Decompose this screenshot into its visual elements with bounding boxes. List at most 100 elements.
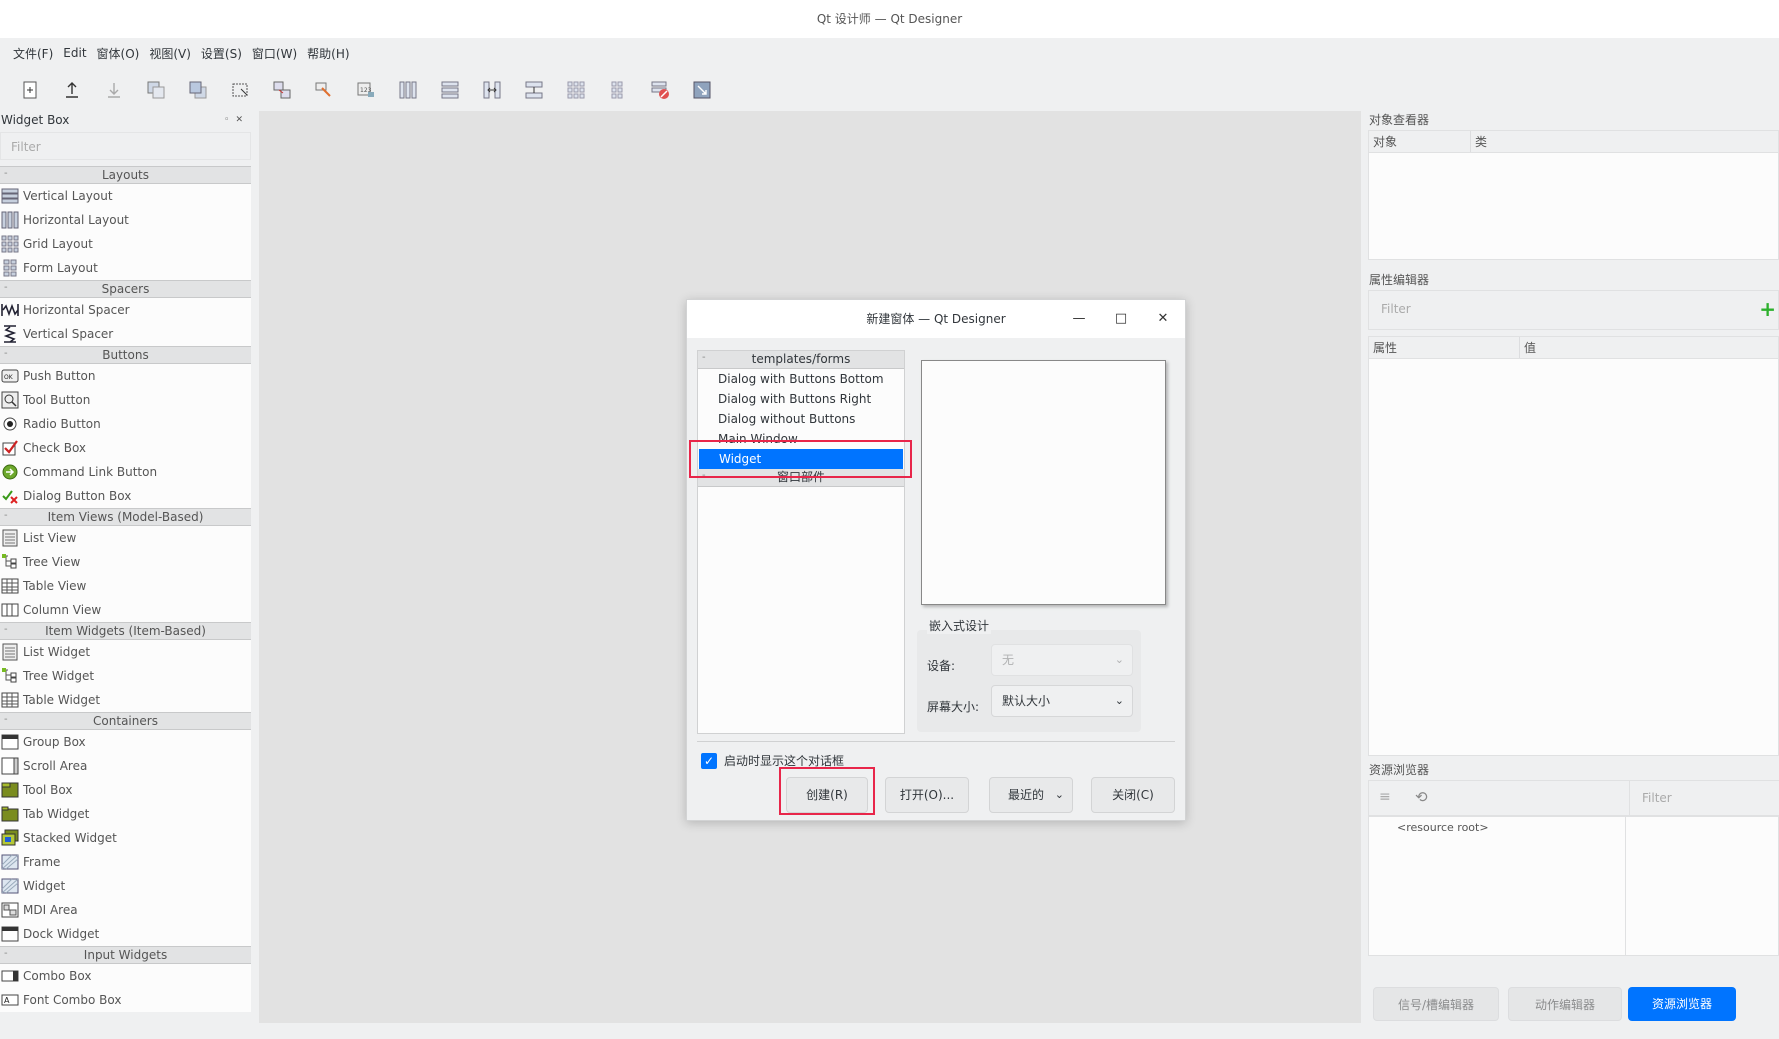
property-filter-input[interactable]: Filter [1381,302,1411,316]
widget-item-label: Dock Widget [23,927,100,941]
layout-grid-button[interactable] [558,75,594,105]
menu-form[interactable]: 窗体(O) [96,43,141,64]
edit-widgets-button[interactable] [222,75,258,105]
close-button[interactable]: 关闭(C) [1091,777,1175,813]
close-icon[interactable]: ✕ [1151,300,1175,338]
widget-category-header[interactable]: Item Widgets (Item-Based) [0,621,251,640]
menu-lines-icon[interactable]: ≡ [1379,789,1391,805]
table-widget-icon [0,690,20,710]
menu-window[interactable]: 窗口(W) [251,43,298,64]
widget-item[interactable]: Grid Layout [0,232,251,256]
templates-forms-header[interactable]: templates/forms [698,349,904,369]
widget-item[interactable]: A Font Combo Box [0,988,251,1012]
widget-item[interactable]: Tab Widget [0,802,251,826]
widget-item[interactable]: Table Widget [0,688,251,712]
menu-view[interactable]: 视图(V) [148,43,192,64]
menu-edit[interactable]: Edit [62,44,87,62]
template-item[interactable]: Dialog with Buttons Bottom [698,369,904,389]
widget-category-header[interactable]: Item Views (Model-Based) [0,507,251,526]
tab-resource-browser[interactable]: 资源浏览器 [1628,987,1736,1021]
menu-file[interactable]: 文件(F) [12,43,54,64]
widget-item[interactable]: Tree View [0,550,251,574]
widget-category-header[interactable]: Spacers [0,279,251,298]
menu-settings[interactable]: 设置(S) [200,43,243,64]
checkmark-icon[interactable]: ✓ [701,752,717,769]
layout-horizontal-button[interactable] [390,75,426,105]
widget-item[interactable]: Combo Box [0,964,251,988]
edit-signals-button[interactable] [264,75,300,105]
widget-item[interactable]: Column View [0,598,251,622]
col-object[interactable]: 对象 [1369,131,1471,152]
menu-help[interactable]: 帮助(H) [306,43,350,64]
widget-item[interactable]: Frame [0,850,251,874]
widget-item[interactable]: Dock Widget [0,922,251,946]
widget-item[interactable]: Vertical Layout [0,184,251,208]
send-to-back-button[interactable] [138,75,174,105]
new-file-button[interactable] [12,75,48,105]
reload-icon[interactable]: ⟲ [1415,788,1428,806]
edit-tab-order-button[interactable]: 123 [348,75,384,105]
widget-item[interactable]: Horizontal Spacer [0,298,251,322]
layout-vertical-button[interactable] [432,75,468,105]
widget-item[interactable]: Check Box [0,436,251,460]
break-layout-icon [651,81,669,99]
embedded-design-title: 嵌入式设计 [927,617,992,634]
widget-item[interactable]: Tool Box [0,778,251,802]
template-item[interactable]: Dialog with Buttons Right [698,389,904,409]
recent-button[interactable]: 最近的 ⌄ [989,777,1073,813]
widget-item[interactable]: MDI Area [0,898,251,922]
dock-widget-icon [0,924,20,944]
tab-signal-slot-editor[interactable]: 信号/槽编辑器 [1373,987,1499,1021]
widget-item[interactable]: Stacked Widget [0,826,251,850]
widget-filter-input[interactable]: Filter [0,132,251,160]
open-button[interactable] [54,75,90,105]
property-editor-panel: 属性 值 [1368,336,1779,756]
widget-item[interactable]: Group Box [0,730,251,754]
widget-category-header[interactable]: Input Widgets [0,945,251,964]
widget-item[interactable]: Form Layout [0,256,251,280]
dock-controls[interactable]: ◦✕ [224,110,249,130]
layout-h-splitter-button[interactable] [474,75,510,105]
tab-action-editor[interactable]: 动作编辑器 [1508,987,1622,1021]
svg-text:OK: OK [4,374,14,381]
widget-category-header[interactable]: Containers [0,711,251,730]
add-property-icon[interactable]: + [1759,299,1776,319]
col-value[interactable]: 值 [1520,337,1778,358]
col-property[interactable]: 属性 [1369,337,1520,358]
widget-item[interactable]: Tool Button [0,388,251,412]
resource-filter-input[interactable]: Filter [1629,781,1779,815]
widget-item[interactable]: Dialog Button Box [0,484,251,508]
layout-v-splitter-button[interactable] [516,75,552,105]
widget-item[interactable]: Widget [0,874,251,898]
property-editor-title: 属性编辑器 [1369,273,1430,287]
bring-to-front-button[interactable] [180,75,216,105]
widget-item[interactable]: Vertical Spacer [0,322,251,346]
widget-item[interactable]: Horizontal Layout [0,208,251,232]
edit-buddies-button[interactable] [306,75,342,105]
template-item[interactable]: Dialog without Buttons [698,409,904,429]
widget-category-header[interactable]: Buttons [0,345,251,364]
widget-item-label: Tab Widget [23,807,90,821]
screen-size-combo[interactable]: 默认大小 ⌄ [991,685,1133,717]
open-button[interactable]: 打开(O)... [885,777,969,813]
widget-category-header[interactable]: Layouts [0,165,251,184]
col-class[interactable]: 类 [1471,131,1778,152]
device-combo[interactable]: 无 ⌄ [991,644,1133,676]
layout-form-button[interactable] [600,75,636,105]
resource-root-item[interactable]: <resource root> [1397,821,1489,834]
widget-item[interactable]: List Widget [0,640,251,664]
minimize-icon[interactable]: — [1067,300,1091,338]
widget-item[interactable]: List View [0,526,251,550]
widget-item[interactable]: Radio Button [0,412,251,436]
adjust-size-button[interactable] [684,75,720,105]
widget-item[interactable]: Command Link Button [0,460,251,484]
break-layout-button[interactable] [642,75,678,105]
widget-item[interactable]: Scroll Area [0,754,251,778]
widget-icon [0,876,20,896]
widget-item[interactable]: OK Push Button [0,364,251,388]
widget-item[interactable]: Table View [0,574,251,598]
maximize-icon[interactable]: □ [1109,300,1133,338]
tree-widget-icon [0,666,20,686]
save-button[interactable] [96,75,132,105]
widget-item[interactable]: Tree Widget [0,664,251,688]
